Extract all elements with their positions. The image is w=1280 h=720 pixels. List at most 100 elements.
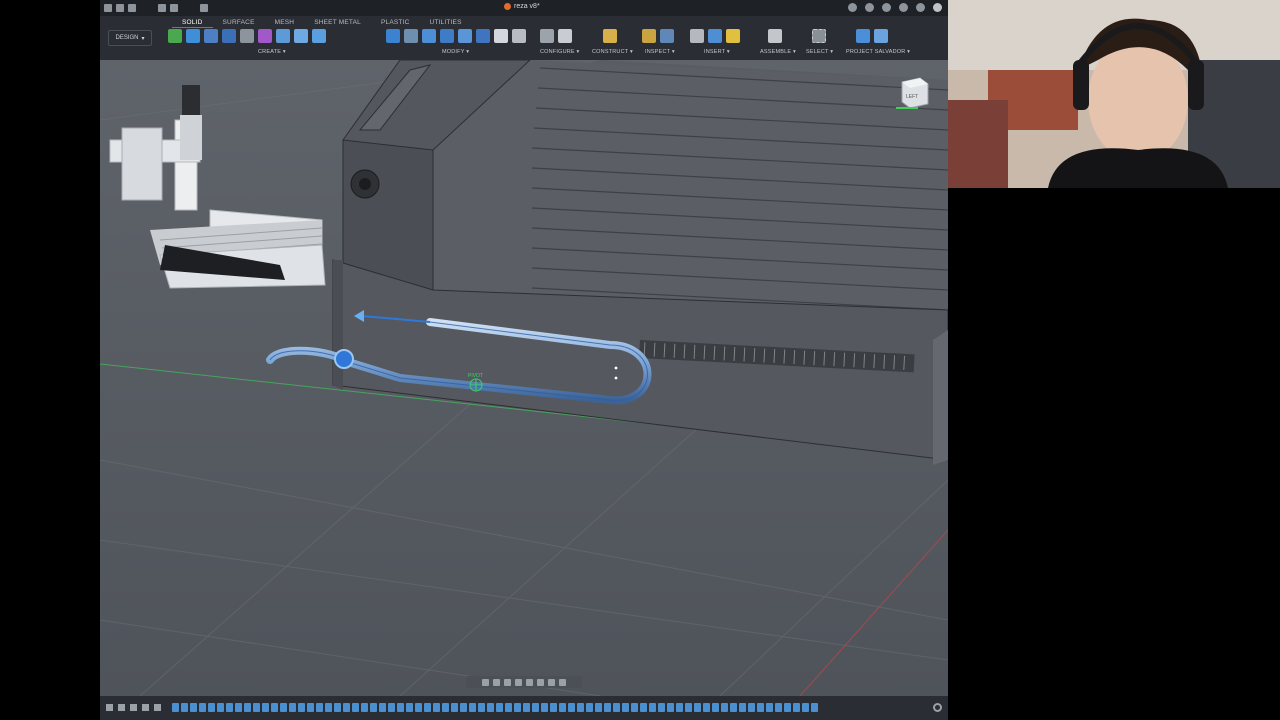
timeline-feature[interactable] [316, 703, 323, 712]
timeline-feature[interactable] [748, 703, 755, 712]
go-to-start-icon[interactable] [106, 704, 113, 711]
timeline-feature[interactable] [298, 703, 305, 712]
extensions-icon[interactable] [865, 3, 874, 12]
insert-group-label[interactable]: INSERT ▾ [704, 49, 730, 55]
move-icon[interactable] [494, 29, 508, 43]
tab-solid[interactable]: SOLID [172, 18, 213, 28]
timeline-feature[interactable] [721, 703, 728, 712]
pattern-icon[interactable] [312, 29, 326, 43]
timeline-feature[interactable] [334, 703, 341, 712]
grid-settings-icon[interactable] [548, 678, 555, 686]
timeline-feature[interactable] [757, 703, 764, 712]
timeline-feature[interactable] [667, 703, 674, 712]
timeline-feature[interactable] [271, 703, 278, 712]
select-group-label[interactable]: SELECT ▾ [806, 49, 833, 55]
timeline-feature[interactable] [262, 703, 269, 712]
gear-icon[interactable] [933, 703, 942, 712]
chamfer-icon[interactable] [422, 29, 436, 43]
inspect-group-label[interactable]: INSPECT ▾ [645, 49, 675, 55]
insert-derive-icon[interactable] [690, 29, 704, 43]
configure-group-label[interactable]: CONFIGURE ▾ [540, 49, 580, 55]
timeline-feature[interactable] [289, 703, 296, 712]
workspace-selector[interactable]: DESIGN ▾ [108, 30, 152, 46]
timeline-feature[interactable] [379, 703, 386, 712]
play-icon[interactable] [130, 704, 137, 711]
timeline-feature[interactable] [802, 703, 809, 712]
file-icon[interactable] [116, 4, 124, 12]
press-pull-icon[interactable] [386, 29, 400, 43]
timeline-feature[interactable] [235, 703, 242, 712]
timeline-feature[interactable] [739, 703, 746, 712]
help-icon[interactable] [916, 3, 925, 12]
timeline-feature[interactable] [325, 703, 332, 712]
table-icon[interactable] [558, 29, 572, 43]
split-body-icon[interactable] [476, 29, 490, 43]
timeline-feature[interactable] [415, 703, 422, 712]
salvador-tool-1-icon[interactable] [856, 29, 870, 43]
timeline-feature[interactable] [523, 703, 530, 712]
insert-image-icon[interactable] [708, 29, 722, 43]
construct-group-label[interactable]: CONSTRUCT ▾ [592, 49, 633, 55]
timeline-feature[interactable] [649, 703, 656, 712]
select-icon[interactable] [812, 29, 826, 43]
timeline-feature[interactable] [811, 703, 818, 712]
go-to-end-icon[interactable] [154, 704, 161, 711]
timeline-feature[interactable] [793, 703, 800, 712]
appearance-icon[interactable] [512, 29, 526, 43]
new-component-icon[interactable] [768, 29, 782, 43]
document-tab[interactable]: reza v8* [504, 3, 540, 10]
shell-icon[interactable] [440, 29, 454, 43]
add-tab-icon[interactable] [848, 3, 857, 12]
timeline-feature[interactable] [550, 703, 557, 712]
timeline-feature[interactable] [577, 703, 584, 712]
timeline-feature[interactable] [784, 703, 791, 712]
timeline-feature[interactable] [730, 703, 737, 712]
timeline-feature[interactable] [442, 703, 449, 712]
timeline-feature[interactable] [595, 703, 602, 712]
look-at-icon[interactable] [493, 678, 500, 686]
job-status-icon[interactable] [882, 3, 891, 12]
timeline-feature[interactable] [433, 703, 440, 712]
fillet-icon[interactable] [404, 29, 418, 43]
sweep-icon[interactable] [222, 29, 236, 43]
timeline-feature[interactable] [397, 703, 404, 712]
orbit-icon[interactable] [482, 678, 489, 686]
tab-utilities[interactable]: UTILITIES [419, 18, 471, 28]
timeline-feature[interactable] [541, 703, 548, 712]
pan-icon[interactable] [504, 678, 511, 686]
step-back-icon[interactable] [118, 704, 125, 711]
insert-mcmaster-icon[interactable] [726, 29, 740, 43]
assemble-group-label[interactable]: ASSEMBLE ▾ [760, 49, 796, 55]
timeline-feature[interactable] [685, 703, 692, 712]
drag-point-manipulator[interactable] [334, 349, 354, 369]
timeline-feature[interactable] [640, 703, 647, 712]
timeline-feature[interactable] [775, 703, 782, 712]
timeline-feature[interactable] [460, 703, 467, 712]
salvador-tool-2-icon[interactable] [874, 29, 888, 43]
timeline-feature[interactable] [532, 703, 539, 712]
timeline-feature[interactable] [370, 703, 377, 712]
timeline-feature[interactable] [568, 703, 575, 712]
mirror-icon[interactable] [294, 29, 308, 43]
viewports-icon[interactable] [559, 678, 566, 686]
timeline-feature[interactable] [613, 703, 620, 712]
tab-sheet-metal[interactable]: SHEET METAL [304, 18, 371, 28]
app-menu-icon[interactable] [104, 4, 112, 12]
timeline-feature[interactable] [703, 703, 710, 712]
offset-plane-icon[interactable] [603, 29, 617, 43]
timeline-feature[interactable] [406, 703, 413, 712]
extrude-icon[interactable] [186, 29, 200, 43]
tab-mesh[interactable]: MESH [265, 18, 305, 28]
timeline-feature[interactable] [172, 703, 179, 712]
timeline-feature[interactable] [307, 703, 314, 712]
canvas-viewport[interactable]: PIVOT LEFT [100, 59, 948, 697]
timeline-feature[interactable] [478, 703, 485, 712]
step-forward-icon[interactable] [142, 704, 149, 711]
timeline-feature[interactable] [559, 703, 566, 712]
timeline-feature[interactable] [424, 703, 431, 712]
undo-icon[interactable] [158, 4, 166, 12]
timeline-feature[interactable] [451, 703, 458, 712]
timeline-feature[interactable] [352, 703, 359, 712]
timeline-feature[interactable] [487, 703, 494, 712]
display-settings-icon[interactable] [537, 678, 544, 686]
